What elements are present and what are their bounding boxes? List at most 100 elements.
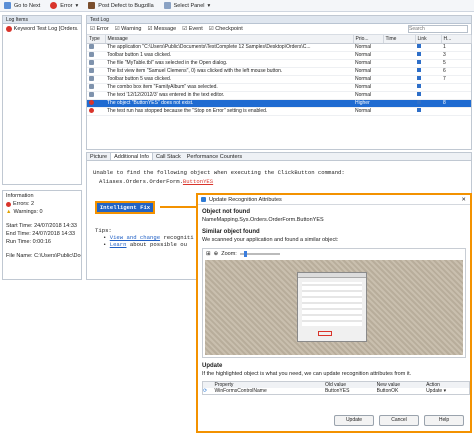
tab-performance-counters[interactable]: Performance Counters <box>184 153 245 160</box>
table-row[interactable]: The list view item "Samuel Clemens", 0) … <box>87 67 471 76</box>
tip-2-link[interactable]: Learn <box>110 241 127 248</box>
row-link[interactable] <box>415 91 441 100</box>
post-defect-button[interactable]: Post Defect to Bugzilla <box>88 2 154 9</box>
message-icon <box>89 43 94 49</box>
table-row[interactable]: The test run has stopped because the "St… <box>87 107 471 116</box>
filter-checkpoint[interactable]: ☑ Checkpoint <box>209 26 243 32</box>
information-panel: Information Errors: 2 ▲ Warnings: 0 Star… <box>2 190 82 280</box>
tab-additional-info[interactable]: Additional Info <box>110 153 153 160</box>
row-type <box>87 91 105 100</box>
table-row[interactable]: Toolbar button 5 was clicked. Normal 7 <box>87 75 471 84</box>
close-icon[interactable]: ✕ <box>461 197 466 203</box>
table-row[interactable]: The application "C:\Users\Public\Documen… <box>87 43 471 52</box>
row-message: The test run has stopped because the "St… <box>105 107 353 116</box>
update-button[interactable]: Update <box>334 415 374 426</box>
error-icon <box>6 26 12 32</box>
row-link[interactable] <box>415 75 441 84</box>
log-items-title: Log Items <box>3 16 81 24</box>
message-icon <box>89 51 94 57</box>
zoom-in-icon[interactable]: ⊕ <box>214 251 219 257</box>
row-link[interactable] <box>415 43 441 52</box>
dialog-titlebar: Update Recognition Attributes ✕ <box>198 195 470 205</box>
tip-1-text: recogniti <box>163 234 194 241</box>
table-row[interactable]: The file "MyTable.tbl" was selected in t… <box>87 59 471 68</box>
property-value: WinFormsControlName <box>214 388 267 394</box>
checkbox-icon: ☑ <box>114 26 120 32</box>
col-h[interactable]: H... <box>441 35 472 44</box>
go-to-next-button[interactable]: Go to Next <box>4 2 40 9</box>
filter-warning[interactable]: ☑ Warning <box>115 26 142 32</box>
errors-count: Errors: 2 <box>13 201 35 207</box>
select-panel-button[interactable]: Select Panel ▾ <box>163 2 210 9</box>
select-panel-label: Select Panel <box>173 2 205 9</box>
error-filter-button[interactable]: Error ▾ <box>50 2 78 9</box>
zoom-bar: ⊞ ⊕ Zoom: <box>203 249 465 258</box>
row-h: 3 <box>441 51 471 60</box>
message-icon <box>89 91 94 97</box>
search-input[interactable] <box>408 25 468 33</box>
row-type <box>87 107 105 116</box>
table-row[interactable]: Toolbar button 1 was clicked. Normal 3 <box>87 51 471 60</box>
intelligent-fix-button[interactable]: Intelligent Fix <box>95 201 155 214</box>
tab-call-stack[interactable]: Call Stack <box>153 153 184 160</box>
tip-1-link[interactable]: View and change <box>110 234 160 241</box>
filter-event[interactable]: ☑ Event <box>182 26 203 32</box>
row-h <box>441 107 471 116</box>
error-icon <box>89 99 94 105</box>
select-tool-icon[interactable]: ⊞ <box>206 251 211 257</box>
error-label: Error <box>60 2 73 9</box>
preview-form-fields <box>302 282 362 326</box>
row-message: The file "MyTable.tbl" was selected in t… <box>105 59 353 68</box>
row-h <box>441 91 471 100</box>
row-time <box>383 91 415 100</box>
table-row[interactable]: ⟳ WinFormsControlName ButtonYES ButtonOK… <box>203 388 470 395</box>
row-type <box>87 99 105 108</box>
post-defect-label: Post Defect to Bugzilla <box>98 2 154 9</box>
message-icon <box>89 83 94 89</box>
refresh-icon: ⟳ <box>203 388 208 394</box>
object-path-prefix: Aliases.Orders.OrderForm. <box>99 178 183 185</box>
action-select[interactable]: Update ▾ <box>426 388 469 395</box>
tip-1: • View and change recogniti <box>103 234 194 241</box>
preview-box: ⊞ ⊕ Zoom: <box>202 248 466 358</box>
row-link[interactable] <box>415 67 441 76</box>
help-button[interactable]: Help <box>424 415 464 426</box>
row-time <box>383 99 415 108</box>
row-h: 1 <box>441 43 471 52</box>
row-link[interactable] <box>415 107 441 116</box>
app-screenshot-preview <box>205 260 463 355</box>
table-row[interactable]: The object "ButtonYES" does not exist. Hi… <box>87 99 471 108</box>
col-priority[interactable]: Prio... <box>353 35 384 44</box>
cancel-button[interactable]: Cancel <box>379 415 419 426</box>
filter-checkpoint-label: Checkpoint <box>215 26 243 32</box>
row-link[interactable] <box>415 99 441 108</box>
row-priority: Normal <box>353 91 383 100</box>
col-message[interactable]: Message <box>105 35 354 44</box>
col-link[interactable]: Link <box>415 35 442 44</box>
new-value: ButtonOK <box>376 388 399 394</box>
col-type[interactable]: Type <box>87 35 106 44</box>
row-link[interactable] <box>415 59 441 68</box>
row-link[interactable] <box>415 83 441 92</box>
help-button-label: Help <box>438 417 450 423</box>
row-type <box>87 67 105 76</box>
row-link[interactable] <box>415 51 441 60</box>
filter-error[interactable]: ☑ Error <box>90 26 109 32</box>
filter-message[interactable]: ☑ Message <box>147 26 176 32</box>
warnings-count: Warnings: 0 <box>13 209 43 215</box>
row-message: Toolbar button 5 was clicked. <box>105 75 353 84</box>
table-row[interactable]: The combo box item "FamilyAlbum" was sel… <box>87 83 471 92</box>
link-icon <box>417 60 421 64</box>
test-log-title: Test Log <box>87 16 471 24</box>
tab-picture[interactable]: Picture <box>87 153 110 160</box>
table-row[interactable]: The text '12/12/2012/3' was entered in t… <box>87 91 471 100</box>
zoom-slider-thumb[interactable] <box>243 250 247 257</box>
log-item[interactable]: Keyword Test Log [Orders... <box>3 24 81 34</box>
zoom-label: Zoom: <box>221 250 237 257</box>
link-icon <box>417 76 421 80</box>
col-time[interactable]: Time <box>383 35 416 44</box>
run-time: Run Time: 0:00:16 <box>6 239 51 245</box>
link-icon <box>417 68 421 72</box>
zoom-slider[interactable] <box>239 250 280 257</box>
update-heading: Update <box>202 363 223 369</box>
